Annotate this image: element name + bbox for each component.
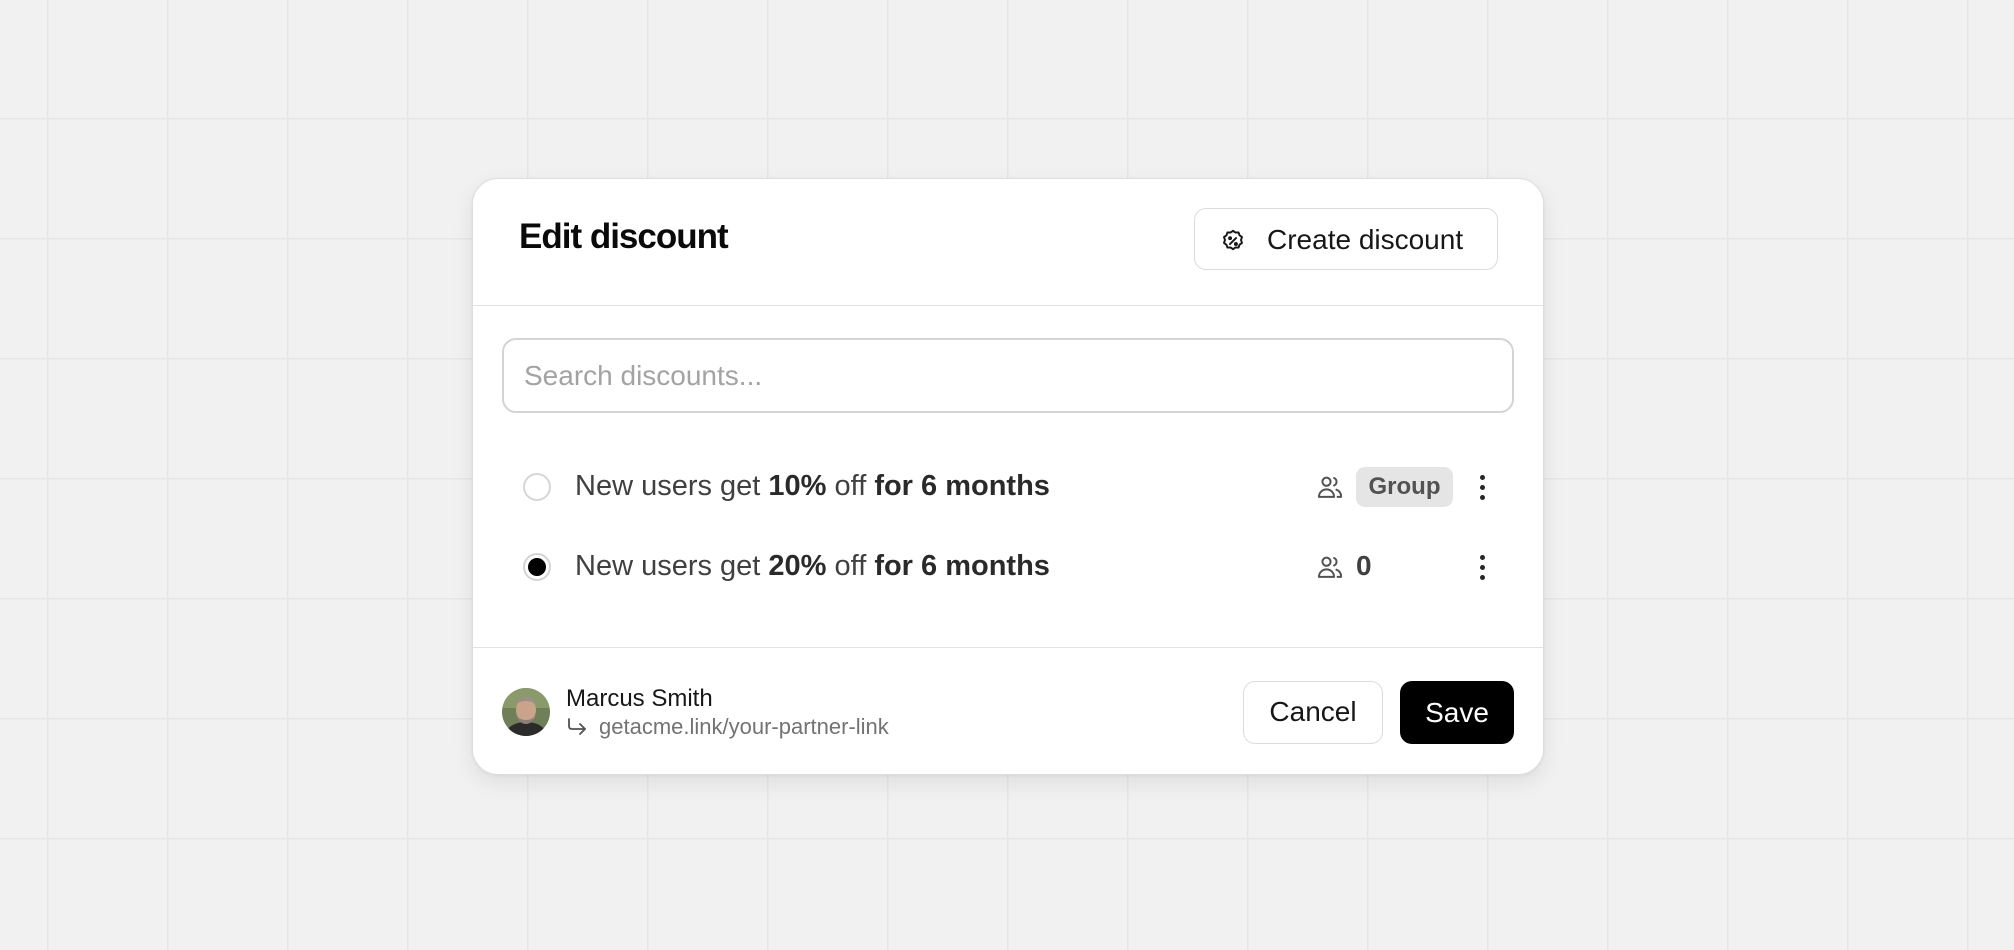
discount-text-prefix: New users get [575, 550, 769, 582]
discount-duration: for 6 months [874, 550, 1050, 582]
modal-header: Edit discount Create discount [473, 179, 1543, 306]
more-options-icon[interactable] [1467, 547, 1497, 587]
discount-description: New users get 20% off for 6 months [575, 550, 1050, 583]
create-discount-button[interactable]: Create discount [1194, 208, 1498, 270]
modal-title: Edit discount [519, 217, 729, 256]
discount-text-mid: off [826, 470, 875, 502]
partner-name: Marcus Smith [566, 685, 713, 712]
discount-option[interactable]: New users get 20% off for 6 months 0 [473, 533, 1543, 601]
edit-discount-modal: Edit discount Create discount New users … [472, 178, 1544, 775]
partner-link[interactable]: getacme.link/your-partner-link [599, 714, 889, 739]
discount-amount: 10% [768, 470, 827, 502]
discount-text-mid: off [826, 550, 875, 582]
avatar [502, 688, 550, 736]
create-discount-label: Create discount [1267, 224, 1464, 255]
discount-badge-icon [1223, 229, 1243, 251]
users-icon [1317, 556, 1343, 578]
save-button[interactable]: Save [1400, 681, 1514, 744]
user-count: 0 [1356, 550, 1372, 581]
discount-description: New users get 10% off for 6 months [575, 470, 1050, 503]
discount-radio[interactable] [523, 473, 551, 501]
group-badge: Group [1356, 467, 1453, 507]
cancel-button[interactable]: Cancel [1243, 681, 1383, 744]
users-icon [1317, 476, 1343, 498]
more-options-icon[interactable] [1467, 467, 1497, 507]
discount-radio-selected[interactable] [523, 553, 551, 581]
discount-duration: for 6 months [874, 470, 1050, 502]
corner-arrow-icon [568, 718, 586, 735]
search-input[interactable] [502, 338, 1514, 413]
discount-amount: 20% [768, 550, 827, 582]
discount-option[interactable]: New users get 10% off for 6 months Group [473, 453, 1543, 521]
modal-footer: Marcus Smith getacme.link/your-partner-l… [473, 647, 1543, 774]
discount-text-prefix: New users get [575, 470, 769, 502]
avatar-image [502, 688, 550, 736]
